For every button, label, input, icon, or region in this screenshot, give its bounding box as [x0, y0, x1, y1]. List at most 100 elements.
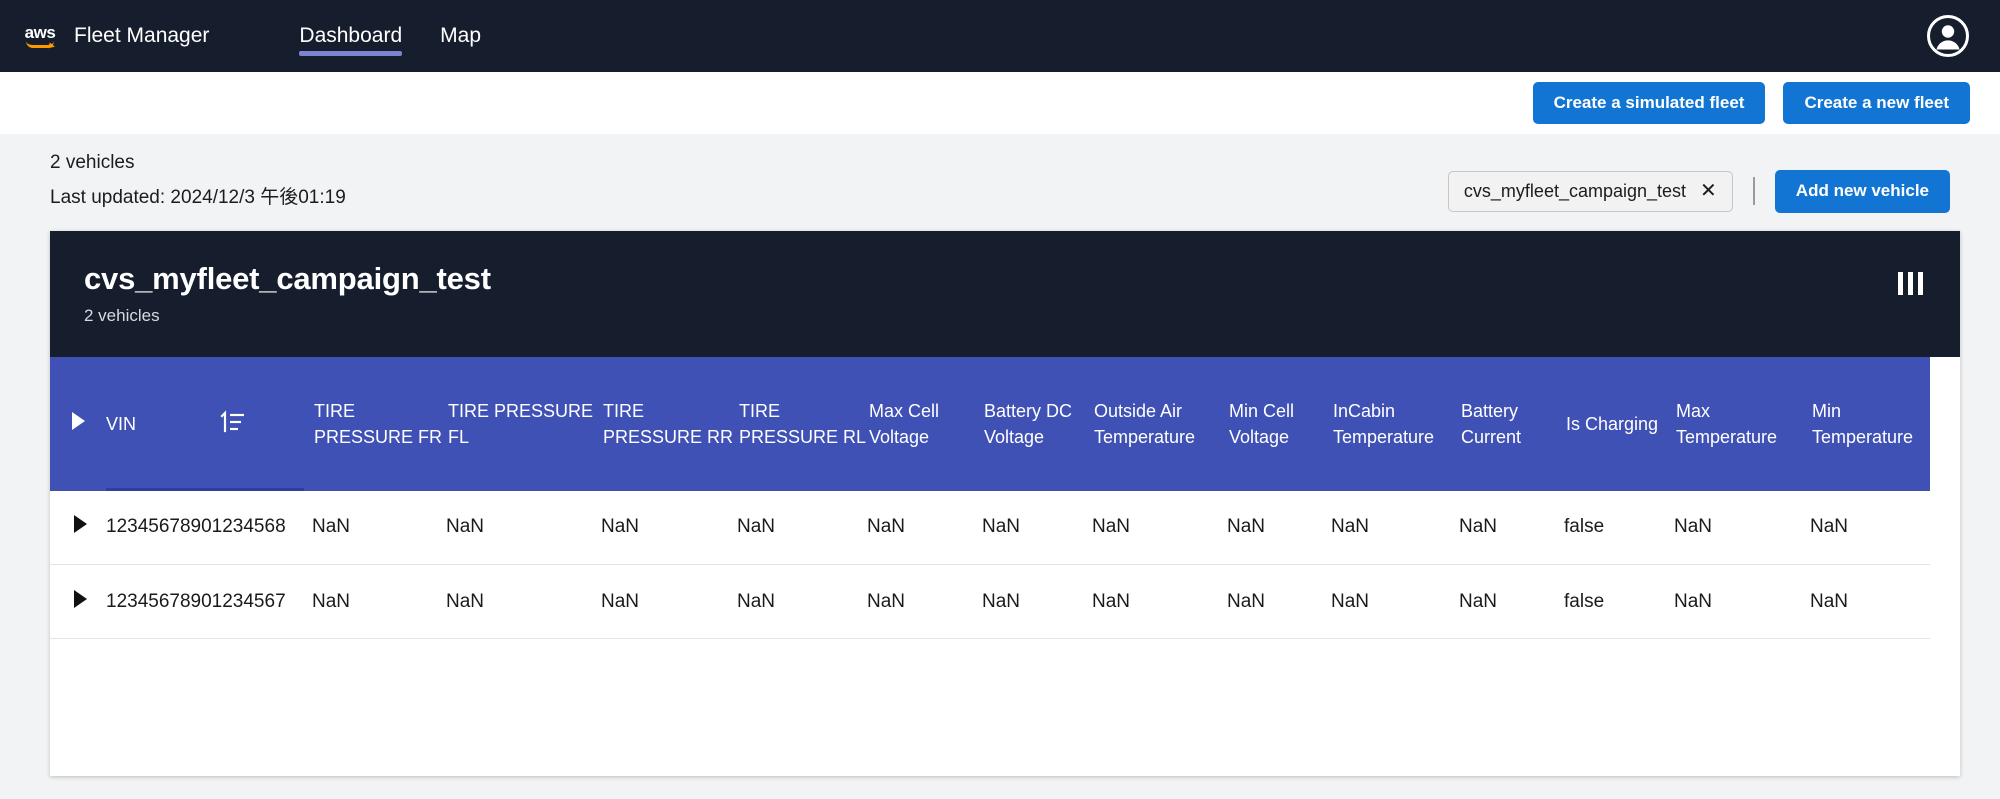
cell-incabin-temperature: NaN	[1331, 490, 1459, 566]
cell-min-temperature: NaN	[1810, 490, 1930, 566]
header-col-battery-dc-voltage[interactable]: Battery DC Voltage	[982, 356, 1092, 491]
fleet-vehicle-count: 2 vehicles	[84, 305, 160, 325]
header-col-incabin-temperature-label: InCabin Temperature	[1333, 400, 1435, 447]
header-col-max-temperature[interactable]: Max Temperature	[1674, 356, 1810, 491]
cell-is-charging: false	[1564, 564, 1674, 640]
fleet-action-bar: Create a simulated fleet Create a new fl…	[0, 72, 2000, 134]
filter-chip-label: cvs_myfleet_campaign_test	[1463, 180, 1687, 201]
nav-tab-map-label: Map	[440, 24, 481, 47]
header-col-max-cell-voltage[interactable]: Max Cell Voltage	[867, 356, 982, 491]
vehicles-table: VIN TIRE PRESSURE FR TIRE PRESSURE FL TI…	[50, 356, 1930, 640]
user-avatar-icon[interactable]	[1926, 14, 1970, 58]
row-expand-toggle[interactable]	[50, 490, 106, 566]
cell-battery-current: NaN	[1459, 490, 1564, 566]
cell-vin: 12345678901234567	[106, 564, 312, 640]
header-col-is-charging[interactable]: Is Charging	[1564, 356, 1674, 491]
header-col-battery-current[interactable]: Battery Current	[1459, 356, 1564, 491]
columns-icon-bar-2	[1907, 270, 1914, 296]
fleet-table-header: cvs_myfleet_campaign_test 2 vehicles	[50, 230, 1960, 357]
header-col-incabin-temperature[interactable]: InCabin Temperature	[1331, 356, 1459, 491]
meta-summary: 2 vehicles Last updated: 2024/12/3 午後01:…	[50, 152, 346, 209]
table-row[interactable]: 12345678901234568 NaN NaN NaN NaN NaN Na…	[50, 490, 1930, 566]
table-header-row: VIN TIRE PRESSURE FR TIRE PRESSURE FL TI…	[50, 356, 1930, 491]
nav-links: Dashboard Map	[299, 0, 481, 72]
header-col-min-cell-voltage[interactable]: Min Cell Voltage	[1227, 356, 1331, 491]
header-col-battery-dc-voltage-label: Battery DC Voltage	[984, 400, 1073, 447]
header-col-tire-pressure-rl-label: TIRE PRESSURE RL	[739, 400, 867, 447]
sort-ascending-icon[interactable]	[216, 410, 250, 438]
table-scroll-region[interactable]: VIN TIRE PRESSURE FR TIRE PRESSURE FL TI…	[50, 356, 1960, 776]
last-updated-label: Last updated: 2024/12/3 午後01:19	[50, 187, 346, 208]
cell-incabin-temperature: NaN	[1331, 564, 1459, 640]
cell-max-cell-voltage: NaN	[867, 564, 982, 640]
create-new-fleet-button[interactable]: Create a new fleet	[1783, 81, 1970, 125]
top-navigation-bar: aws Fleet Manager Dashboard Map	[0, 0, 2000, 72]
cell-battery-dc-voltage: NaN	[982, 564, 1092, 640]
main-content: 2 vehicles Last updated: 2024/12/3 午後01:…	[0, 134, 2000, 799]
fleet-name-title: cvs_myfleet_campaign_test	[84, 260, 491, 296]
cell-tire-pressure-fl: NaN	[446, 564, 601, 640]
cell-outside-air-temperature: NaN	[1092, 564, 1227, 640]
header-expand-all[interactable]	[50, 356, 106, 491]
cell-vin: 12345678901234568	[106, 490, 312, 566]
cell-tire-pressure-rl: NaN	[737, 490, 867, 566]
header-col-max-cell-voltage-label: Max Cell Voltage	[869, 400, 940, 447]
columns-icon[interactable]	[1897, 261, 1924, 296]
header-col-tire-pressure-rr[interactable]: TIRE PRESSURE RR	[601, 356, 737, 491]
cell-tire-pressure-fr: NaN	[312, 490, 446, 566]
aws-logo-smile	[26, 41, 54, 48]
header-col-tire-pressure-fl[interactable]: TIRE PRESSURE FL	[446, 356, 601, 491]
expand-caret-icon	[72, 411, 85, 430]
vertical-divider	[1752, 177, 1755, 206]
cell-tire-pressure-rr: NaN	[601, 490, 737, 566]
cell-battery-dc-voltage: NaN	[982, 490, 1092, 566]
nav-tab-dashboard[interactable]: Dashboard	[299, 0, 402, 72]
header-col-min-temperature[interactable]: Min Temperature	[1810, 356, 1930, 491]
app-title: Fleet Manager	[74, 24, 210, 47]
header-col-outside-air-temperature[interactable]: Outside Air Temperature	[1092, 356, 1227, 491]
header-col-outside-air-temperature-label: Outside Air Temperature	[1094, 400, 1196, 447]
meta-row: 2 vehicles Last updated: 2024/12/3 午後01:…	[50, 134, 1950, 213]
header-col-tire-pressure-rr-label: TIRE PRESSURE RR	[603, 400, 734, 447]
columns-icon-bar-1	[1897, 270, 1904, 296]
header-col-tire-pressure-rl[interactable]: TIRE PRESSURE RL	[737, 356, 867, 491]
header-col-tire-pressure-fr[interactable]: TIRE PRESSURE FR	[312, 356, 446, 491]
header-col-tire-pressure-fl-label: TIRE PRESSURE FL	[448, 400, 594, 447]
add-new-vehicle-button[interactable]: Add new vehicle	[1774, 170, 1950, 213]
cell-max-cell-voltage: NaN	[867, 490, 982, 566]
nav-tab-map[interactable]: Map	[440, 0, 481, 72]
cell-is-charging: false	[1564, 490, 1674, 566]
fleet-header-text: cvs_myfleet_campaign_test 2 vehicles	[84, 261, 491, 326]
close-icon[interactable]: ✕	[1700, 181, 1717, 201]
header-col-max-temperature-label: Max Temperature	[1676, 400, 1778, 447]
table-row[interactable]: 12345678901234567 NaN NaN NaN NaN NaN Na…	[50, 564, 1930, 640]
expand-caret-icon	[74, 589, 87, 608]
header-col-min-cell-voltage-label: Min Cell Voltage	[1229, 400, 1295, 447]
nav-tab-dashboard-label: Dashboard	[299, 24, 403, 47]
create-simulated-fleet-button[interactable]: Create a simulated fleet	[1532, 81, 1766, 125]
aws-logo-text: aws	[24, 22, 56, 42]
row-expand-toggle[interactable]	[50, 564, 106, 640]
table-body: 12345678901234568 NaN NaN NaN NaN NaN Na…	[50, 490, 1930, 640]
header-col-vin[interactable]: VIN	[106, 356, 312, 491]
vehicle-count-label: 2 vehicles	[50, 152, 135, 173]
cell-battery-current: NaN	[1459, 564, 1564, 640]
cell-tire-pressure-fr: NaN	[312, 564, 446, 640]
cell-min-temperature: NaN	[1810, 564, 1930, 640]
filter-chip-fleet[interactable]: cvs_myfleet_campaign_test ✕	[1447, 170, 1733, 212]
header-col-is-charging-label: Is Charging	[1566, 413, 1659, 434]
cell-tire-pressure-rr: NaN	[601, 564, 737, 640]
cell-tire-pressure-rl: NaN	[737, 564, 867, 640]
aws-logo-icon[interactable]: aws	[22, 23, 58, 49]
expand-caret-icon	[74, 515, 87, 534]
header-col-min-temperature-label: Min Temperature	[1812, 400, 1914, 447]
cell-min-cell-voltage: NaN	[1227, 490, 1331, 566]
header-col-battery-current-label: Battery Current	[1461, 400, 1522, 447]
fleet-table-card: cvs_myfleet_campaign_test 2 vehicles VIN…	[50, 230, 1960, 776]
cell-outside-air-temperature: NaN	[1092, 490, 1227, 566]
header-col-tire-pressure-fr-label: TIRE PRESSURE FR	[314, 400, 443, 447]
cell-max-temperature: NaN	[1674, 490, 1810, 566]
cell-min-cell-voltage: NaN	[1227, 564, 1331, 640]
cell-max-temperature: NaN	[1674, 564, 1810, 640]
meta-controls: cvs_myfleet_campaign_test ✕ Add new vehi…	[1447, 152, 1950, 213]
